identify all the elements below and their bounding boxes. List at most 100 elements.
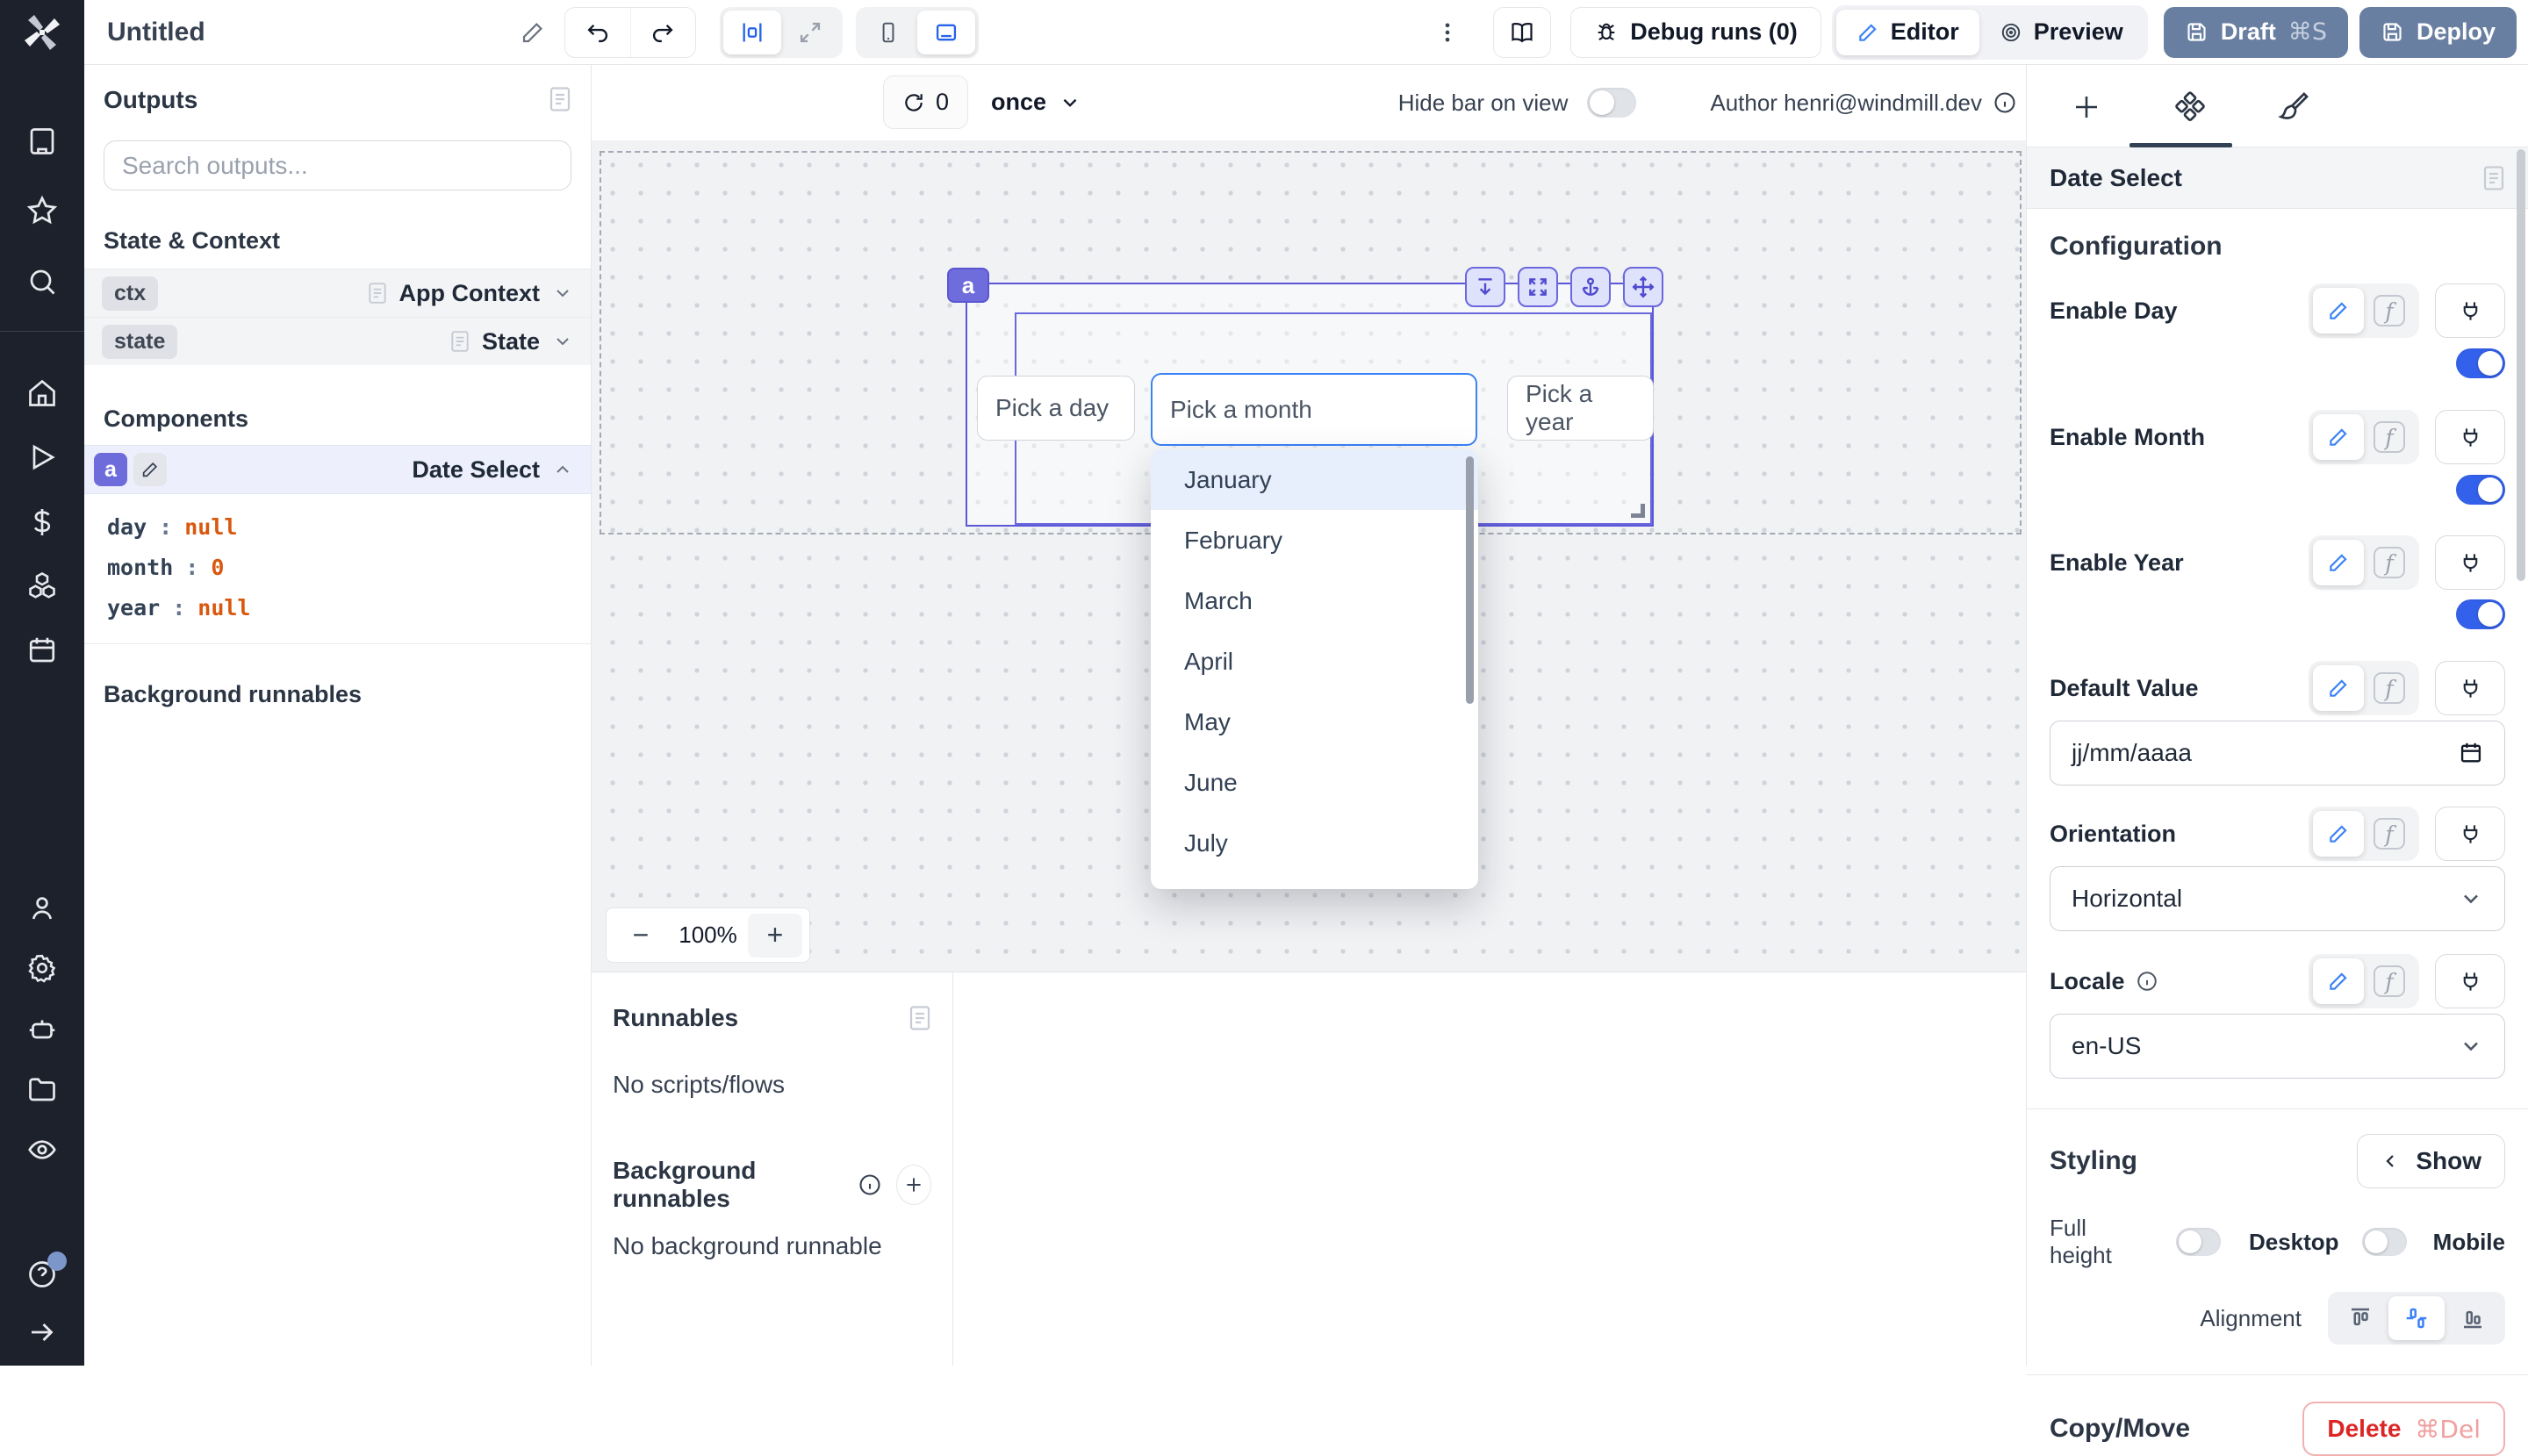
add-bg-runnable-button[interactable] bbox=[896, 1165, 931, 1205]
docs-book-button[interactable] bbox=[1493, 7, 1551, 58]
resize-corner-handle[interactable] bbox=[1631, 504, 1645, 518]
home-icon[interactable] bbox=[26, 377, 58, 409]
enable-day-fx-icon[interactable]: f bbox=[2364, 288, 2415, 334]
calendar-icon[interactable] bbox=[2459, 741, 2483, 765]
preview-tab[interactable]: Preview bbox=[1979, 10, 2144, 55]
enable-year-toggle[interactable] bbox=[2456, 599, 2505, 629]
favorites-star-icon[interactable] bbox=[26, 195, 58, 226]
prop-month[interactable]: month : 0 bbox=[107, 547, 591, 587]
align-top-button[interactable] bbox=[2332, 1296, 2388, 1340]
settings-scrollbar[interactable] bbox=[2517, 149, 2525, 581]
windmill-logo[interactable] bbox=[0, 0, 84, 65]
ctx-row[interactable]: ctx App Context bbox=[84, 269, 591, 317]
outputs-doc-icon[interactable] bbox=[549, 86, 571, 112]
ai-robot-icon[interactable] bbox=[26, 1014, 58, 1045]
enable-month-fx-icon[interactable]: f bbox=[2364, 414, 2415, 460]
workspace-icon[interactable] bbox=[26, 126, 58, 157]
edit-title-pencil-icon[interactable] bbox=[520, 19, 546, 46]
enable-month-toggle[interactable] bbox=[2456, 475, 2505, 505]
canvas-grid[interactable]: a Pick a day Pick a month Pick a year Ja… bbox=[592, 140, 2026, 972]
user-icon[interactable] bbox=[26, 893, 58, 924]
month-option-may[interactable]: May bbox=[1151, 692, 1478, 752]
locale-select[interactable]: en-US bbox=[2050, 1014, 2505, 1079]
orientation-select[interactable]: Horizontal bbox=[2050, 866, 2505, 931]
bg-runnables-info-icon[interactable] bbox=[858, 1173, 882, 1197]
enable-month-static-pencil-icon[interactable] bbox=[2313, 414, 2364, 460]
mobile-view-button[interactable] bbox=[859, 11, 917, 54]
resources-cubes-icon[interactable] bbox=[26, 570, 58, 601]
prop-year[interactable]: year : null bbox=[107, 587, 591, 628]
editor-tab[interactable]: Editor bbox=[1836, 10, 1979, 55]
selected-component-tag[interactable]: a bbox=[947, 268, 989, 303]
default-value-date-input[interactable]: jj/mm/aaaa bbox=[2050, 721, 2505, 785]
refresh-count-button[interactable]: 0 bbox=[883, 75, 968, 129]
enable-year-connect-plug-icon[interactable] bbox=[2435, 535, 2505, 590]
outputs-search-input[interactable] bbox=[122, 152, 553, 180]
default-value-fx-icon[interactable]: f bbox=[2364, 665, 2415, 711]
pick-month-input[interactable]: Pick a month bbox=[1151, 373, 1477, 446]
enable-year-fx-icon[interactable]: f bbox=[2364, 540, 2415, 585]
enable-year-static-pencil-icon[interactable] bbox=[2313, 540, 2364, 585]
enable-day-toggle[interactable] bbox=[2456, 348, 2505, 378]
orientation-fx-icon[interactable]: f bbox=[2364, 811, 2415, 857]
zoom-out-button[interactable]: − bbox=[614, 914, 668, 958]
refresh-mode-dropdown[interactable]: once bbox=[991, 89, 1081, 116]
dropdown-scrollbar[interactable] bbox=[1466, 456, 1474, 704]
month-option-february[interactable]: February bbox=[1151, 510, 1478, 570]
pick-year-input[interactable]: Pick a year bbox=[1507, 376, 1654, 441]
anchor-handle-icon[interactable] bbox=[1570, 267, 1611, 307]
state-chevron-down-icon[interactable] bbox=[552, 331, 573, 352]
runs-play-icon[interactable] bbox=[26, 441, 58, 473]
expand-layout-button[interactable] bbox=[781, 11, 839, 54]
author-info-icon[interactable] bbox=[1993, 90, 2017, 115]
full-height-toggle[interactable] bbox=[2176, 1228, 2221, 1256]
zoom-in-button[interactable]: + bbox=[748, 914, 802, 958]
delete-component-button[interactable]: Delete ⌘Del bbox=[2302, 1402, 2505, 1456]
help-icon[interactable] bbox=[26, 1259, 58, 1290]
month-option-august[interactable]: August bbox=[1151, 873, 1478, 889]
collapse-arrow-icon[interactable] bbox=[26, 1316, 58, 1348]
fullscreen-handle-icon[interactable] bbox=[1518, 267, 1558, 307]
settings-gear-icon[interactable] bbox=[26, 952, 58, 984]
component-rename-pencil-icon[interactable] bbox=[133, 453, 167, 486]
orientation-static-pencil-icon[interactable] bbox=[2313, 811, 2364, 857]
orientation-connect-plug-icon[interactable] bbox=[2435, 807, 2505, 861]
debug-runs-button[interactable]: Debug runs (0) bbox=[1570, 7, 1821, 58]
month-option-april[interactable]: April bbox=[1151, 631, 1478, 692]
month-option-june[interactable]: June bbox=[1151, 752, 1478, 813]
move-handle-icon[interactable] bbox=[1623, 267, 1663, 307]
undo-button[interactable] bbox=[565, 8, 630, 57]
schedules-calendar-icon[interactable] bbox=[26, 635, 58, 666]
folders-icon[interactable] bbox=[26, 1073, 58, 1105]
align-center-button[interactable] bbox=[2388, 1296, 2445, 1340]
settings-doc-icon[interactable] bbox=[2482, 165, 2505, 191]
locale-static-pencil-icon[interactable] bbox=[2313, 958, 2364, 1004]
desktop-toggle[interactable] bbox=[2362, 1228, 2407, 1256]
tab-styling-brush-icon[interactable] bbox=[2274, 88, 2313, 126]
enable-day-connect-plug-icon[interactable] bbox=[2435, 283, 2505, 338]
audit-eye-icon[interactable] bbox=[26, 1134, 58, 1166]
tab-component-settings-icon[interactable] bbox=[2171, 88, 2209, 126]
align-bottom-button[interactable] bbox=[2445, 1296, 2501, 1340]
prop-day[interactable]: day : null bbox=[107, 506, 591, 547]
more-menu-kebab-icon[interactable] bbox=[1435, 20, 1460, 45]
redo-button[interactable] bbox=[630, 8, 695, 57]
styling-show-button[interactable]: Show bbox=[2357, 1134, 2505, 1188]
enable-day-static-pencil-icon[interactable] bbox=[2313, 288, 2364, 334]
hide-bar-toggle[interactable] bbox=[1587, 88, 1636, 118]
month-option-july[interactable]: July bbox=[1151, 813, 1478, 873]
component-row-a[interactable]: a Date Select bbox=[84, 445, 591, 494]
desktop-view-button[interactable] bbox=[917, 11, 975, 54]
variables-dollar-icon[interactable] bbox=[26, 506, 58, 538]
center-layout-button[interactable] bbox=[723, 11, 781, 54]
component-chevron-up-icon[interactable] bbox=[552, 459, 573, 480]
deploy-button[interactable]: Deploy bbox=[2359, 7, 2517, 58]
runnables-doc-icon[interactable] bbox=[908, 1005, 931, 1031]
expand-down-handle-icon[interactable] bbox=[1465, 267, 1505, 307]
state-row[interactable]: state State bbox=[84, 317, 591, 365]
locale-fx-icon[interactable]: f bbox=[2364, 958, 2415, 1004]
tab-insert-plus-icon[interactable] bbox=[2067, 88, 2106, 126]
month-option-march[interactable]: March bbox=[1151, 570, 1478, 631]
draft-save-button[interactable]: Draft ⌘S bbox=[2164, 7, 2348, 58]
locale-info-icon[interactable] bbox=[2136, 970, 2158, 993]
